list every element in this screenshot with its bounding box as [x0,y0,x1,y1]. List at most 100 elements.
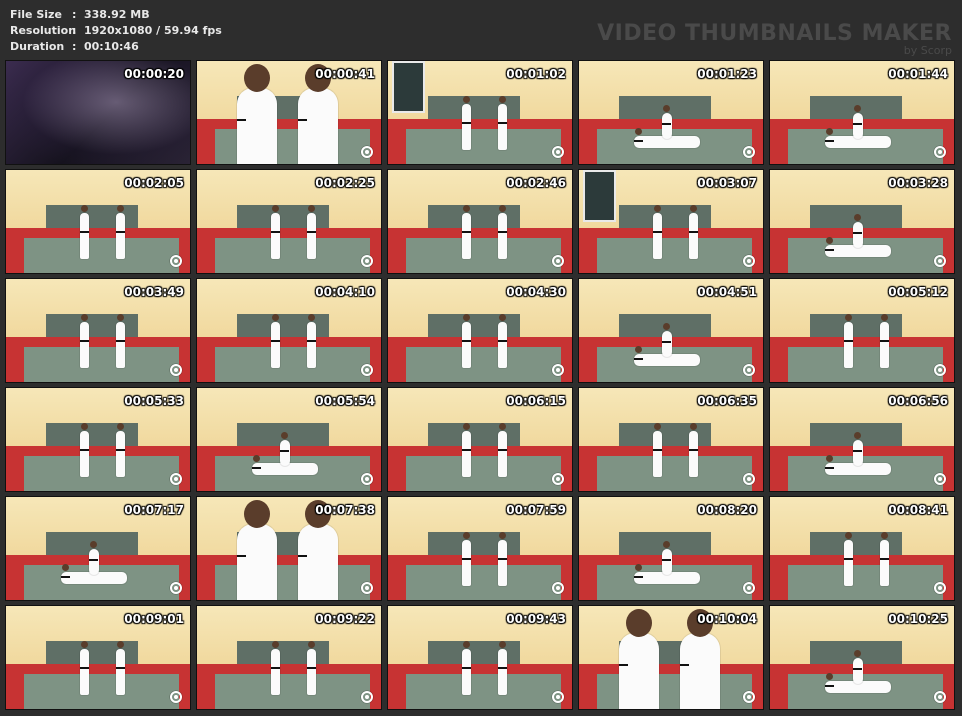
logo-watermark-icon [552,582,564,594]
judoka-figure [652,205,662,259]
judoka-figure [689,205,699,259]
judoka-figure [461,532,471,586]
scene-mat [24,673,179,709]
judoka-figure [79,423,89,477]
video-thumbnail[interactable]: 00:01:02 [387,60,573,165]
video-thumbnail[interactable]: 00:09:22 [196,605,382,710]
judoka-figure [843,532,853,586]
video-thumbnail[interactable]: 00:07:59 [387,496,573,601]
judoka-figure [498,641,508,695]
video-thumbnail[interactable]: 00:06:56 [769,387,955,492]
video-thumbnail[interactable]: 00:08:41 [769,496,955,601]
scene-window [391,61,425,113]
thumbnail-timestamp: 00:00:41 [315,67,375,81]
scene-mat [406,455,561,491]
video-thumbnail[interactable]: 00:00:20 [5,60,191,165]
video-thumbnail[interactable]: 00:03:07 [578,169,764,274]
judoka-figure [116,205,126,259]
judoka-figure [307,314,317,368]
judoka-figure [79,314,89,368]
judoka-figure [680,608,721,709]
resolution-label: Resolution [10,24,77,37]
thumbnail-timestamp: 00:04:30 [506,285,566,299]
thumbnail-timestamp: 00:04:51 [697,285,757,299]
judoka-figure [852,431,863,467]
video-thumbnail[interactable]: 00:02:46 [387,169,573,274]
video-thumbnail[interactable]: 00:06:35 [578,387,764,492]
resolution-value: 1920x1080 / 59.94 fps [84,24,222,37]
judoka-figure [498,532,508,586]
video-thumbnail[interactable]: 00:00:41 [196,60,382,165]
logo-watermark-icon [552,255,564,267]
video-thumbnail[interactable]: 00:09:01 [5,605,191,710]
logo-watermark-icon [361,473,373,485]
video-thumbnail[interactable]: 00:01:23 [578,60,764,165]
video-thumbnail[interactable]: 00:04:30 [387,278,573,383]
scene-mat [215,673,370,709]
duration-label: Duration [10,40,65,53]
video-thumbnail[interactable]: 00:02:25 [196,169,382,274]
thumbnail-timestamp: 00:09:01 [124,612,184,626]
video-thumbnail[interactable]: 00:07:17 [5,496,191,601]
judoka-figure [270,205,280,259]
video-thumbnail[interactable]: 00:04:10 [196,278,382,383]
video-thumbnail[interactable]: 00:03:28 [769,169,955,274]
thumbnail-timestamp: 00:08:41 [888,503,948,517]
video-thumbnail[interactable]: 00:02:05 [5,169,191,274]
logo-watermark-icon [743,146,755,158]
file-size-label: File Size [10,8,62,21]
file-info-panel: File Size : 338.92 MB Resolution : 1920x… [10,7,222,55]
video-thumbnail[interactable]: 00:01:44 [769,60,955,165]
video-thumbnail[interactable]: 00:05:33 [5,387,191,492]
thumbnail-timestamp: 00:05:54 [315,394,375,408]
logo-watermark-icon [361,582,373,594]
duration-separator: : [72,40,77,53]
brand-watermark: VIDEO THUMBNAILS MAKER by Scorp [597,22,952,57]
judoka-figure [79,205,89,259]
thumbnail-timestamp: 00:02:25 [315,176,375,190]
judoka-figure [461,423,471,477]
scene-mat [597,237,752,273]
judoka-figure [619,608,660,709]
thumbnail-timestamp: 00:10:04 [697,612,757,626]
video-thumbnail[interactable]: 00:04:51 [578,278,764,383]
judoka-figure [461,314,471,368]
judoka-figure [498,314,508,368]
logo-watermark-icon [934,255,946,267]
judoka-figure [307,205,317,259]
duration-value: 00:10:46 [84,40,139,53]
video-thumbnail[interactable]: 00:05:12 [769,278,955,383]
video-thumbnail[interactable]: 00:06:15 [387,387,573,492]
logo-watermark-icon [743,691,755,703]
video-thumbnail[interactable]: 00:10:04 [578,605,764,710]
video-thumbnail[interactable]: 00:10:25 [769,605,955,710]
logo-watermark-icon [934,473,946,485]
thumbnail-sheet: File Size : 338.92 MB Resolution : 1920x… [0,0,962,716]
judoka-figure [498,205,508,259]
file-size-row: File Size : 338.92 MB [10,7,222,23]
video-thumbnail[interactable]: 00:05:54 [196,387,382,492]
video-thumbnail[interactable]: 00:09:43 [387,605,573,710]
judoka-figure [270,641,280,695]
logo-watermark-icon [170,255,182,267]
video-thumbnail[interactable]: 00:03:49 [5,278,191,383]
video-thumbnail[interactable]: 00:07:38 [196,496,382,601]
scene-mat [24,237,179,273]
logo-watermark-icon [170,691,182,703]
logo-watermark-icon [934,364,946,376]
thumbnail-timestamp: 00:00:20 [124,67,184,81]
judoka-figure [852,213,863,249]
judoka-figure [298,63,339,164]
scene-mat [788,346,943,382]
scene-mat [406,564,561,600]
thumbnail-timestamp: 00:01:23 [697,67,757,81]
logo-watermark-icon [552,146,564,158]
video-thumbnail[interactable]: 00:08:20 [578,496,764,601]
judoka-figure [237,63,278,164]
brand-subtitle: by Scorp [903,44,952,57]
scene-mat [788,564,943,600]
judoka-figure [843,314,853,368]
thumbnail-timestamp: 00:03:07 [697,176,757,190]
file-size-value: 338.92 MB [84,8,150,21]
thumbnail-timestamp: 00:06:15 [506,394,566,408]
